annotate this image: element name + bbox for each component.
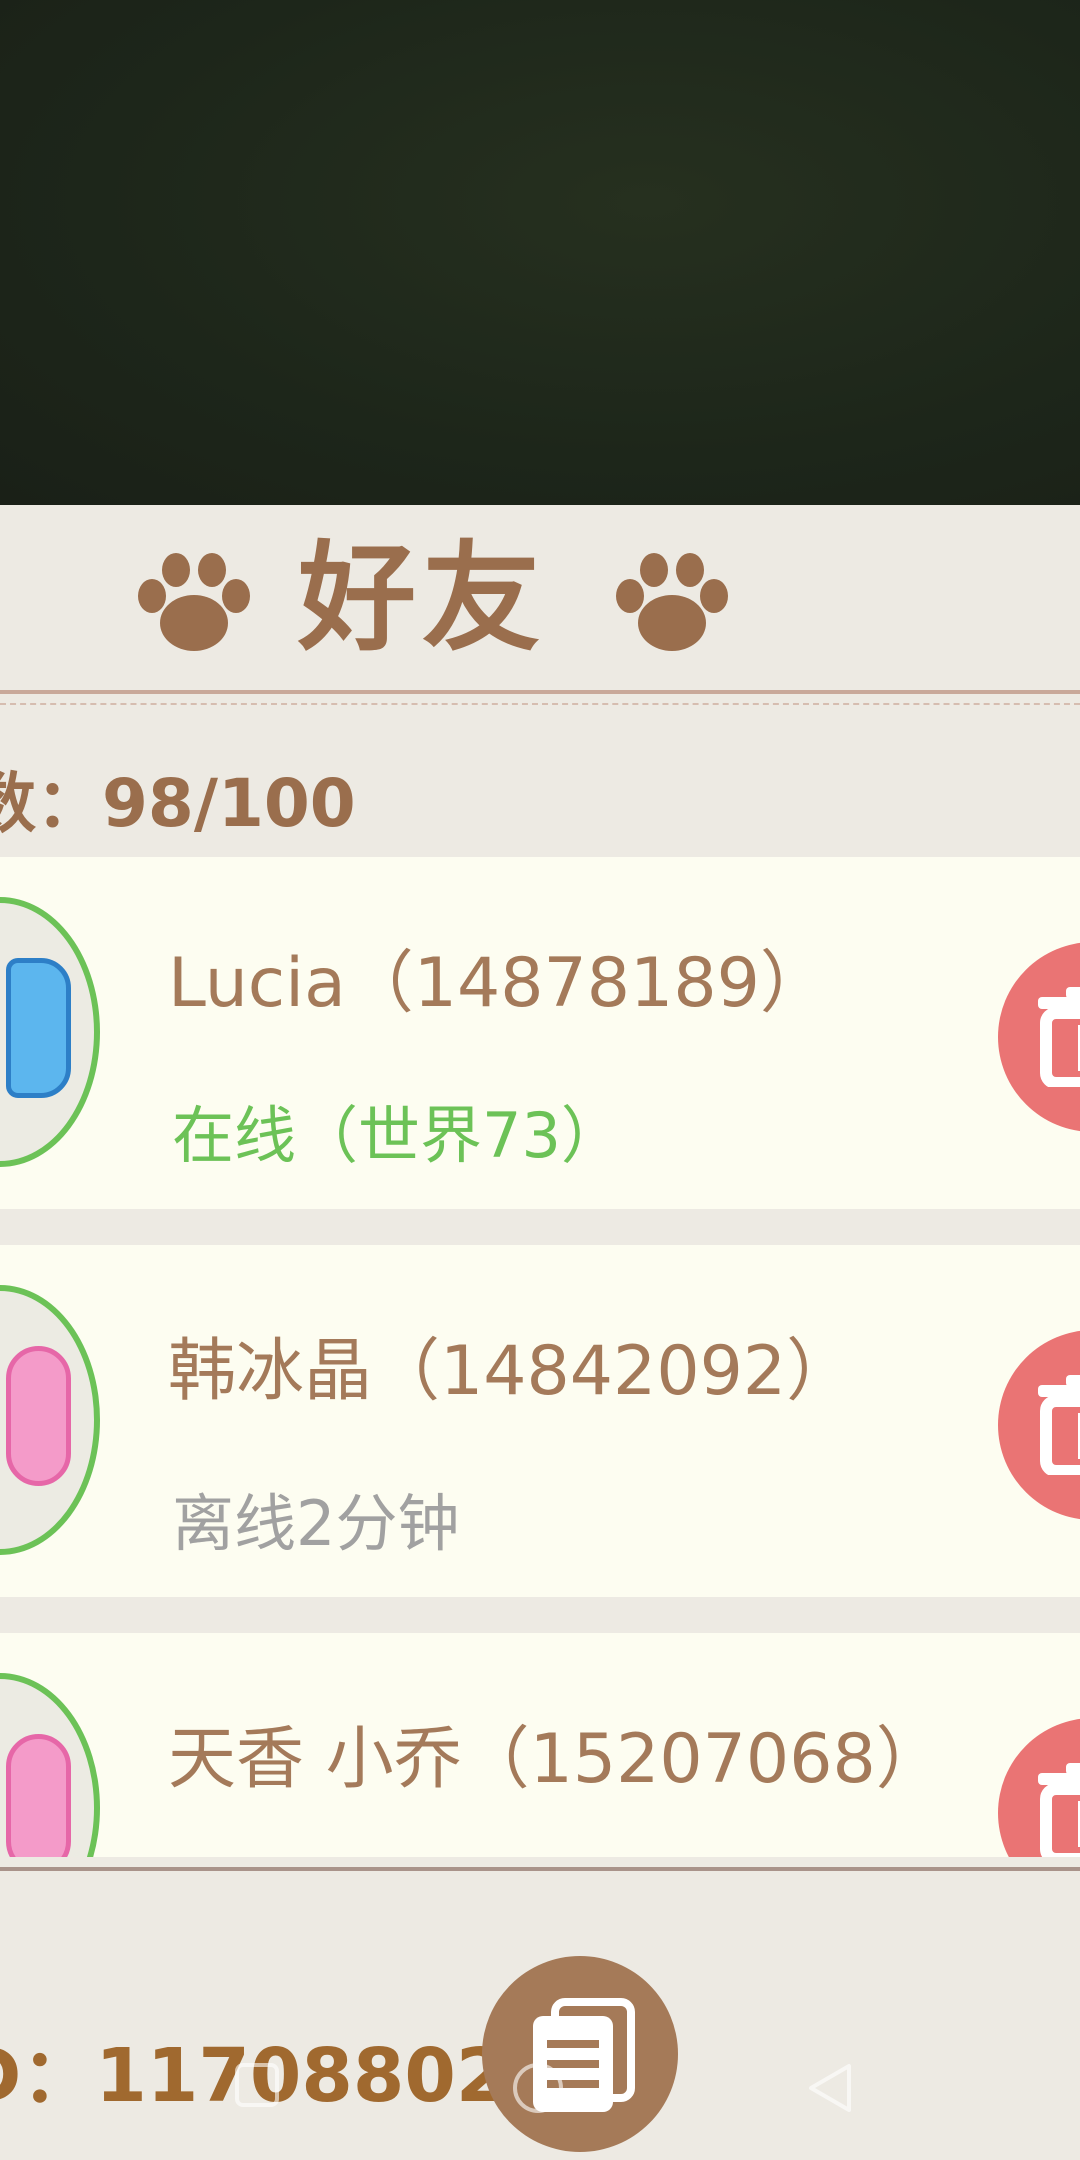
- back-icon[interactable]: [805, 2060, 855, 2116]
- trash-icon: [1038, 1375, 1080, 1475]
- friends-panel: 好友 数：98/100 Lucia（14878189） 在线（世界73） 韩冰晶…: [0, 505, 1080, 2160]
- friend-row[interactable]: Lucia（14878189） 在线（世界73）: [0, 857, 1080, 1209]
- friend-list[interactable]: Lucia（14878189） 在线（世界73） 韩冰晶（14842092） 离…: [0, 857, 1080, 1857]
- panel-header: 好友: [0, 505, 1080, 690]
- header-dashed-divider: [0, 703, 1080, 705]
- friend-status: 离线2分钟: [172, 1487, 460, 1560]
- friend-status: 在线（世界73）: [172, 1099, 623, 1172]
- friend-count: 数：98/100: [0, 765, 356, 842]
- delete-friend-button[interactable]: [998, 942, 1080, 1132]
- paw-icon: [138, 553, 250, 651]
- friend-name: 天香 小乔（15207068）: [168, 1720, 944, 1799]
- avatar[interactable]: [0, 897, 100, 1167]
- header-divider: [0, 690, 1080, 694]
- trash-icon: [1038, 987, 1080, 1087]
- recent-apps-icon[interactable]: [232, 2060, 282, 2110]
- avatar-figure: [6, 1346, 71, 1486]
- avatar-figure: [6, 958, 71, 1098]
- page-title: 好友: [298, 529, 547, 667]
- paw-icon: [616, 553, 728, 651]
- friend-row[interactable]: 天香 小乔（15207068）: [0, 1633, 1080, 1857]
- delete-friend-button[interactable]: [998, 1718, 1080, 1857]
- trash-icon: [1038, 1763, 1080, 1857]
- friend-name: Lucia（14878189）: [168, 944, 828, 1023]
- friend-row[interactable]: 韩冰晶（14842092） 离线2分钟: [0, 1245, 1080, 1597]
- game-background: [0, 0, 1080, 505]
- avatar[interactable]: [0, 1673, 100, 1857]
- home-icon[interactable]: [510, 2060, 566, 2116]
- delete-friend-button[interactable]: [998, 1330, 1080, 1520]
- friend-name: 韩冰晶（14842092）: [168, 1332, 855, 1411]
- system-nav-bar: [0, 2050, 1080, 2130]
- avatar-figure: [6, 1734, 71, 1857]
- avatar[interactable]: [0, 1285, 100, 1555]
